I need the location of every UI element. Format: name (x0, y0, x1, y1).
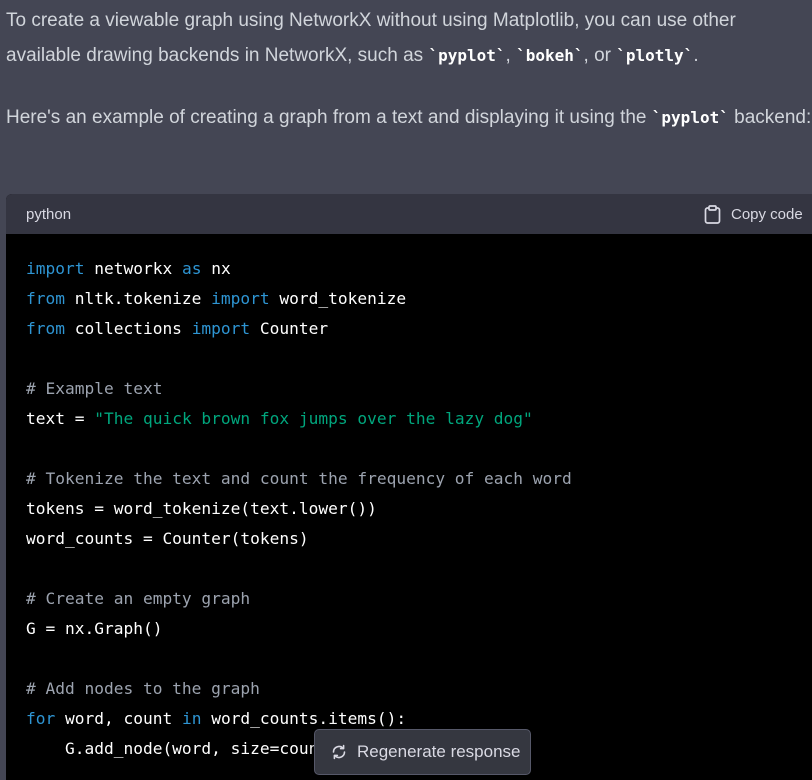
code-block-header: python Copy code (6, 194, 812, 234)
regenerate-response-button[interactable]: Regenerate response (314, 729, 531, 775)
intro-text-end: . (693, 45, 699, 66)
code-token: G = nx.Graph() (26, 619, 163, 638)
intro-separator: , (505, 45, 517, 66)
code-comment: # Add nodes to the graph (26, 679, 260, 698)
code-token: nltk.tokenize (64, 289, 212, 308)
code-keyword: in (181, 709, 202, 728)
code-language-label: python (26, 205, 72, 223)
code-line: # Tokenize the text and count the freque… (26, 464, 812, 494)
code-line: word_counts = Counter(tokens) (26, 524, 812, 554)
code-token: networkx (84, 259, 182, 278)
code-keyword: for (26, 709, 56, 728)
code-line: text = "The quick brown fox jumps over t… (26, 404, 812, 434)
example-paragraph: Here's an example of creating a graph fr… (6, 100, 812, 135)
code-comment: # Example text (26, 379, 163, 398)
code-line: # Example text (26, 374, 812, 404)
code-comment: # Tokenize the text and count the freque… (26, 469, 572, 488)
inline-code-plotly: `plotly` (616, 46, 694, 65)
code-keyword: import (211, 289, 270, 308)
code-token: word, count (55, 709, 182, 728)
inline-code-pyplot: `pyplot` (428, 46, 506, 65)
code-token: word_tokenize (269, 289, 407, 308)
code-line: G = nx.Graph() (26, 614, 812, 644)
refresh-icon (332, 744, 346, 760)
code-line: from nltk.tokenize import word_tokenize (26, 284, 812, 314)
code-string: "The quick brown fox jumps over the lazy… (94, 409, 533, 428)
code-line: from collections import Counter (26, 314, 812, 344)
code-line: # Create an empty graph (26, 584, 812, 614)
code-keyword: import (26, 259, 85, 278)
inline-code-pyplot: `pyplot` (651, 108, 729, 127)
code-keyword: as (181, 259, 202, 278)
chat-message: To create a viewable graph using Network… (0, 0, 812, 780)
code-token: G.add_node(word, size=count) (26, 739, 338, 758)
code-token: Counter (250, 319, 329, 338)
intro-paragraph: To create a viewable graph using Network… (6, 3, 812, 73)
code-token: collections (64, 319, 192, 338)
regenerate-label: Regenerate response (357, 742, 521, 761)
clipboard-icon (704, 204, 721, 224)
code-token: word_counts.items(): (201, 709, 407, 728)
example-text-start: Here's an example of creating a graph fr… (6, 107, 652, 128)
code-token: nx (201, 259, 231, 278)
code-token: text = (26, 409, 95, 428)
code-token: tokens = word_tokenize(text.lower()) (26, 499, 377, 518)
code-line: import networkx as nx (26, 254, 812, 284)
code-block: python Copy code import networkx as nx fr… (6, 194, 812, 780)
copy-code-button[interactable]: Copy code (704, 194, 803, 234)
code-keyword: import (191, 319, 251, 338)
code-keyword: from (26, 289, 65, 308)
code-keyword: from (26, 319, 65, 338)
copy-code-label: Copy code (731, 205, 803, 223)
inline-code-bokeh: `bokeh` (516, 46, 584, 65)
intro-separator: , or (583, 45, 617, 66)
code-content: import networkx as nx from nltk.tokenize … (6, 234, 812, 764)
example-text-end: backend: (728, 107, 812, 128)
code-comment: # Create an empty graph (26, 589, 251, 608)
code-line: # Add nodes to the graph (26, 674, 812, 704)
code-line: tokens = word_tokenize(text.lower()) (26, 494, 812, 524)
code-token: word_counts = Counter(tokens) (26, 529, 309, 548)
